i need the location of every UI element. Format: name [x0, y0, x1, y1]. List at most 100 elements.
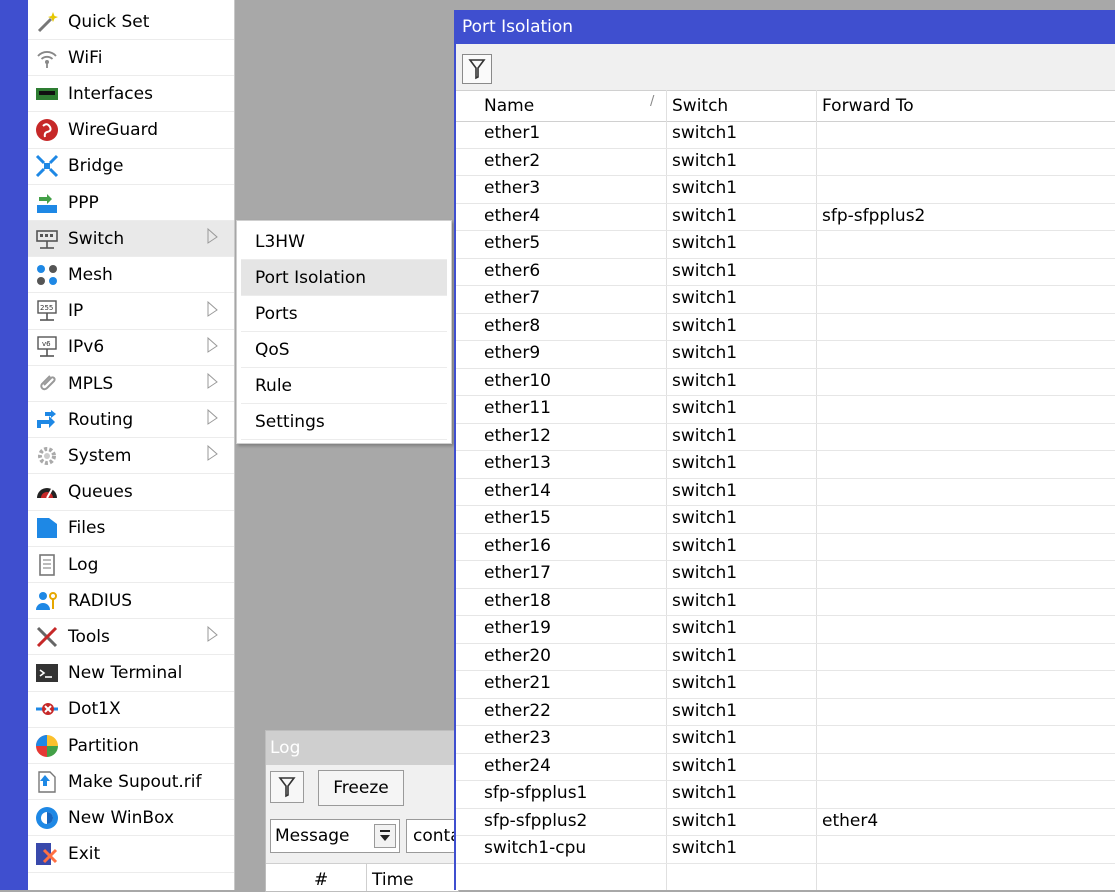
submenu-item-rule[interactable]: Rule [241, 368, 447, 404]
sidebar-item-partition[interactable]: Partition [28, 728, 234, 764]
dot1x-icon [34, 697, 60, 721]
table-row[interactable]: switch1-cpu switch1 [456, 836, 1115, 864]
cell-name: ether5 [484, 233, 541, 253]
table-row[interactable]: ether19 switch1 [456, 616, 1115, 644]
sidebar-item-wifi[interactable]: WiFi [28, 40, 234, 77]
sidebar-item-quick-set[interactable]: Quick Set [28, 4, 234, 40]
log-field-select[interactable]: Message [270, 819, 400, 853]
sidebar-item-mesh[interactable]: Mesh [28, 257, 234, 294]
cell-name: ether15 [484, 508, 551, 528]
table-row[interactable]: ether24 switch1 [456, 754, 1115, 781]
dropdown-arrow-icon[interactable] [374, 824, 396, 848]
table-row[interactable]: ether15 switch1 [456, 506, 1115, 534]
table-row[interactable]: ether22 switch1 [456, 699, 1115, 726]
exit-icon [34, 842, 60, 866]
table-row[interactable]: ether11 switch1 [456, 396, 1115, 424]
sidebar-item-new-winbox[interactable]: New WinBox [28, 800, 234, 837]
table-row[interactable]: ether5 switch1 [456, 231, 1115, 259]
left-accent-strip [0, 0, 28, 890]
sidebar-item-interfaces[interactable]: Interfaces [28, 76, 234, 113]
sidebar-item-ppp[interactable]: PPP [28, 185, 234, 221]
network-card-icon [34, 82, 60, 106]
cell-forward-to: ether4 [822, 810, 879, 831]
table-row[interactable]: ether4 switch1 sfp-sfpplus2 [456, 204, 1115, 231]
cell-switch: switch1 [672, 425, 738, 446]
sidebar-item-routing[interactable]: Routing [28, 402, 234, 439]
freeze-button[interactable]: Freeze [318, 770, 404, 806]
table-row[interactable]: ether1 switch1 [456, 121, 1115, 149]
log-condition-select[interactable]: conta [406, 819, 458, 853]
table-row[interactable]: ether12 switch1 [456, 424, 1115, 451]
cell-name: ether1 [484, 123, 541, 143]
sidebar-item-new-terminal[interactable]: New Terminal [28, 656, 234, 692]
sidebar-item-ip[interactable]: 255 IP [28, 294, 234, 330]
cell-switch: switch1 [672, 563, 738, 583]
wireguard-icon [34, 118, 60, 142]
sidebar-item-system[interactable]: System [28, 438, 234, 475]
cell-switch: switch1 [672, 123, 738, 143]
filter-button[interactable] [462, 54, 492, 84]
table-row[interactable]: ether8 switch1 [456, 314, 1115, 341]
cell-name: sfp-sfpplus2 [484, 810, 588, 831]
log-col-number[interactable]: # [314, 870, 328, 890]
submenu-item-qos[interactable]: QoS [241, 332, 447, 368]
submenu-item-ports[interactable]: Ports [241, 296, 447, 332]
table-row[interactable]: sfp-sfpplus1 switch1 [456, 781, 1115, 809]
sort-indicator-icon: / [650, 94, 655, 109]
submenu-item-port-isolation[interactable]: Port Isolation [241, 260, 447, 296]
port-isolation-toolbar [456, 44, 1115, 90]
table-row[interactable]: sfp-sfpplus2 switch1 ether4 [456, 809, 1115, 836]
table-row[interactable]: ether13 switch1 [456, 451, 1115, 479]
table-row[interactable]: ether17 switch1 [456, 561, 1115, 589]
sidebar-item-log[interactable]: Log [28, 547, 234, 583]
sidebar-item-switch[interactable]: Switch [28, 221, 234, 258]
sidebar-item-mpls[interactable]: MPLS [28, 366, 234, 402]
sidebar-item-radius[interactable]: RADIUS [28, 583, 234, 620]
submenu-item-settings[interactable]: Settings [241, 404, 447, 440]
column-header-forward-to[interactable]: Forward To [822, 96, 914, 116]
table-row[interactable]: ether10 switch1 [456, 369, 1115, 396]
cell-switch: switch1 [672, 233, 738, 253]
sidebar-item-label: Queues [68, 482, 133, 503]
sidebar-item-label: RADIUS [68, 590, 133, 611]
ppp-icon [34, 191, 60, 215]
sidebar-item-label: Exit [68, 844, 101, 865]
submenu-item-l3hw[interactable]: L3HW [241, 224, 447, 260]
sidebar-item-label: IPv6 [68, 337, 105, 358]
table-row[interactable]: ether9 switch1 [456, 341, 1115, 369]
sidebar-item-exit[interactable]: Exit [28, 837, 234, 873]
table-row[interactable]: ether23 switch1 [456, 726, 1115, 754]
sidebar-item-label: Tools [68, 626, 110, 647]
sidebar-item-wireguard[interactable]: WireGuard [28, 113, 234, 149]
log-filter-button[interactable] [270, 771, 304, 803]
sidebar-item-queues[interactable]: Queues [28, 475, 234, 511]
sidebar-item-ipv6[interactable]: v6 IPv6 [28, 330, 234, 366]
sidebar-item-make-supout-rif[interactable]: Make Supout.rif [28, 764, 234, 801]
svg-text:255: 255 [40, 304, 53, 312]
column-header-switch[interactable]: Switch [672, 96, 728, 116]
table-row[interactable]: ether21 switch1 [456, 671, 1115, 699]
cell-switch: switch1 [672, 590, 738, 611]
sidebar-item-tools[interactable]: Tools [28, 619, 234, 656]
cell-switch: switch1 [672, 288, 738, 308]
log-col-time[interactable]: Time [372, 870, 414, 890]
port-isolation-title[interactable]: Port Isolation [456, 10, 1115, 44]
sidebar-item-dot1x[interactable]: Dot1X [28, 692, 234, 728]
sidebar-item-label: Make Supout.rif [68, 771, 202, 792]
column-header-name[interactable]: Name [484, 96, 534, 116]
sidebar-item-files[interactable]: Files [28, 511, 234, 547]
table-row[interactable]: ether2 switch1 [456, 149, 1115, 176]
cell-switch: switch1 [672, 645, 738, 666]
table-row[interactable]: ether3 switch1 [456, 176, 1115, 204]
table-row[interactable]: ether16 switch1 [456, 534, 1115, 561]
cell-switch: switch1 [672, 453, 738, 473]
log-window-title[interactable]: Log [266, 731, 458, 765]
table-row[interactable]: ether6 switch1 [456, 259, 1115, 286]
table-row[interactable]: ether14 switch1 [456, 479, 1115, 506]
sidebar-item-bridge[interactable]: Bridge [28, 149, 234, 185]
table-row[interactable]: ether18 switch1 [456, 589, 1115, 616]
cell-switch: switch1 [672, 205, 738, 226]
table-row[interactable]: ether20 switch1 [456, 644, 1115, 671]
table-row[interactable]: ether7 switch1 [456, 286, 1115, 314]
cell-name: ether2 [484, 150, 541, 171]
